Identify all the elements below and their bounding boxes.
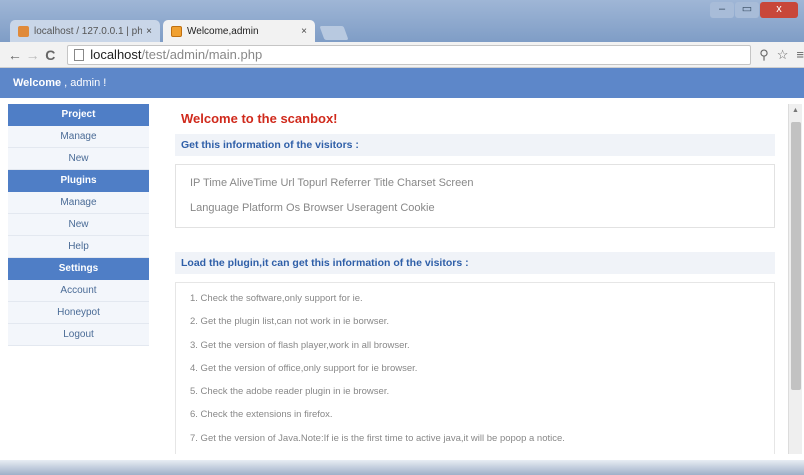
plugin-list-item: 7. Get the version of Java.Note:If ie is… xyxy=(190,432,565,444)
sidebar-item-logout[interactable]: Logout xyxy=(8,324,149,346)
browser-titlebar: localhost / 127.0.0.1 | php × Welcome,ad… xyxy=(0,0,804,42)
visitor-fields-line: Language Platform Os Browser Useragent C… xyxy=(190,202,435,214)
bookmark-star-icon[interactable]: ☆ xyxy=(777,47,789,63)
key-icon[interactable]: ⚲ xyxy=(759,47,769,63)
page-favicon-icon xyxy=(171,25,182,37)
sidebar-item-plugins-manage[interactable]: Manage xyxy=(8,192,149,214)
page-title: Welcome to the scanbox! xyxy=(181,111,338,126)
plugin-list-item: 2. Get the plugin list,can not work in i… xyxy=(190,316,390,328)
new-tab-button[interactable] xyxy=(319,26,349,40)
address-bar[interactable]: localhost/test/admin/main.php xyxy=(67,44,752,65)
sidebar-item-project-new[interactable]: New xyxy=(8,148,149,170)
visitor-fields-line: IP Time AliveTime Url Topurl Referrer Ti… xyxy=(190,177,474,189)
sidebar-item-plugins-new[interactable]: New xyxy=(8,214,149,236)
site-header: Welcome , admin ! xyxy=(0,68,804,98)
close-window-button[interactable]: x xyxy=(760,2,798,18)
window-controls: – ▭ x xyxy=(710,2,798,18)
plugin-list-item: 3. Get the version of flash player,work … xyxy=(190,339,410,351)
close-tab-icon[interactable]: × xyxy=(146,26,152,37)
browser-menu-icon[interactable]: ≡ xyxy=(796,47,804,63)
reload-icon[interactable]: C xyxy=(41,47,59,63)
sidebar-section-settings: Settings xyxy=(8,258,149,280)
forward-arrow-icon[interactable]: → xyxy=(24,47,42,63)
plugin-list-item: 4. Get the version of office,only suppor… xyxy=(190,362,418,374)
plugin-list-item: 1. Check the software,only support for i… xyxy=(190,293,363,304)
sidebar-section-project: Project xyxy=(8,104,149,126)
welcome-user: , admin ! xyxy=(64,77,107,89)
browser-tab-phpmyadmin[interactable]: localhost / 127.0.0.1 | php × xyxy=(10,20,160,42)
url-path: /test/admin/main.php xyxy=(141,47,263,62)
plugin-list: 1. Check the software,only support for i… xyxy=(175,282,775,454)
plugin-list-item: 6. Check the extensions in firefox. xyxy=(190,409,333,421)
tab-title: Welcome,admin xyxy=(187,25,259,37)
welcome-label: Welcome xyxy=(13,77,62,89)
scrollbar-thumb[interactable] xyxy=(791,122,801,390)
main-content: Welcome to the scanbox! Get this informa… xyxy=(167,104,789,454)
phpmyadmin-favicon-icon xyxy=(18,25,29,37)
sidebar-item-honeypot[interactable]: Honeypot xyxy=(8,302,149,324)
page-icon xyxy=(74,48,85,61)
browser-tab-welcome[interactable]: Welcome,admin × xyxy=(163,20,315,42)
plugin-list-item: 5. Check the adobe reader plugin in ie b… xyxy=(190,386,390,398)
plugins-info-heading: Load the plugin,it can get this informat… xyxy=(175,252,775,274)
taskbar-strip xyxy=(0,460,804,475)
sidebar-item-account[interactable]: Account xyxy=(8,280,149,302)
close-tab-icon[interactable]: × xyxy=(301,26,307,37)
sidebar-item-plugins-help[interactable]: Help xyxy=(8,236,149,258)
url-host: localhost xyxy=(90,47,142,62)
minimize-window-button[interactable]: – xyxy=(710,2,734,18)
visitors-info-heading: Get this information of the visitors : xyxy=(175,134,775,156)
browser-toolbar: ← → C localhost/test/admin/main.php ⚲ ☆ … xyxy=(0,42,804,68)
sidebar: Project Manage New Plugins Manage New He… xyxy=(8,104,149,346)
maximize-window-button[interactable]: ▭ xyxy=(735,2,759,18)
visitor-fields-box: IP Time AliveTime Url Topurl Referrer Ti… xyxy=(175,164,775,228)
back-arrow-icon[interactable]: ← xyxy=(6,47,24,63)
sidebar-section-plugins: Plugins xyxy=(8,170,149,192)
tab-title: localhost / 127.0.0.1 | php xyxy=(34,25,143,37)
vertical-scrollbar[interactable]: ▲ xyxy=(788,104,802,454)
sidebar-item-project-manage[interactable]: Manage xyxy=(8,126,149,148)
scroll-up-arrow-icon[interactable]: ▲ xyxy=(789,104,802,118)
